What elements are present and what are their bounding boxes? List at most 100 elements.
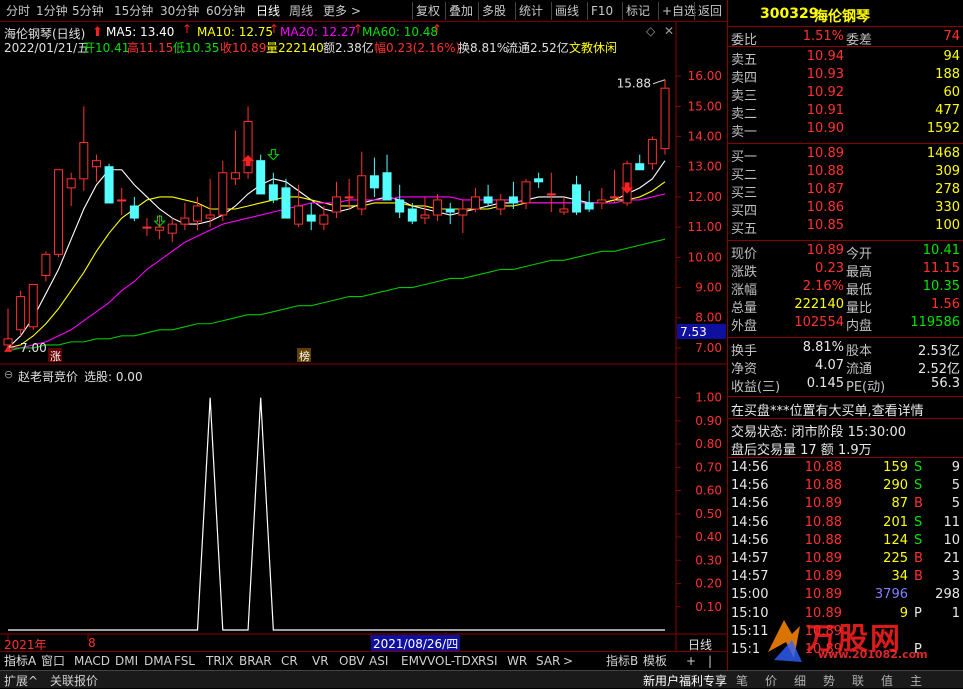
candle-body-up: [609, 196, 619, 199]
tick-price: 10.89: [804, 569, 842, 585]
tab-8[interactable]: VR: [312, 654, 329, 669]
ask-volume: 94: [943, 49, 960, 64]
ask-volume: 477: [935, 103, 960, 118]
zhang-marker: 涨: [50, 350, 61, 363]
candle-body-up: [496, 199, 506, 210]
tick-count: 5: [951, 496, 960, 512]
ask-volume: 1592: [926, 121, 960, 136]
status-icon-3[interactable]: 势: [823, 672, 835, 689]
candle: [104, 163, 114, 204]
tab-6[interactable]: BRAR: [239, 654, 272, 669]
related-quote-button[interactable]: 关联报价: [50, 672, 98, 689]
candle: [647, 136, 657, 170]
candle-body-up: [546, 193, 556, 196]
tick-price: 10.89: [804, 587, 842, 603]
candle: [294, 184, 304, 228]
tab-11[interactable]: EMV: [401, 654, 427, 669]
tab-right-2[interactable]: +: [686, 654, 696, 669]
candle: [470, 187, 480, 213]
candle: [54, 169, 64, 258]
candle: [66, 172, 76, 206]
candle: [609, 169, 619, 203]
tab-right-1[interactable]: 模板: [643, 654, 667, 669]
indicator-value: 选股: 0.00: [84, 370, 143, 384]
candle: [91, 154, 101, 182]
bang-marker: 榜: [299, 349, 310, 363]
candle-body-up: [79, 142, 89, 180]
bid-label: 买四: [731, 204, 758, 219]
status-icon-4[interactable]: 联: [852, 672, 864, 689]
stat-label: 涨幅: [731, 283, 758, 298]
candle: [344, 178, 354, 209]
indicator-y-tick-label: 0.60: [695, 484, 722, 498]
candle: [332, 181, 341, 219]
tab-right-0[interactable]: 指标B: [606, 654, 638, 669]
stat2-value: 4.07: [815, 358, 844, 373]
candle: [16, 290, 26, 336]
candle-body-down: [584, 202, 594, 210]
min-price-label: 7.00: [20, 341, 47, 355]
tab-7[interactable]: CR: [281, 654, 298, 669]
bid-volume: 100: [935, 218, 960, 233]
candle-body-down: [445, 208, 455, 213]
y-tick-label: 10.00: [688, 250, 722, 264]
tab-13[interactable]: RSI: [478, 654, 498, 669]
candle-body-up: [357, 175, 367, 210]
tick-volume: 225: [883, 551, 908, 566]
tab-12[interactable]: VOL-TDX: [427, 654, 479, 669]
bid-price: 10.87: [806, 182, 844, 197]
tick-time: 15:00: [731, 587, 769, 603]
status-icon-2[interactable]: 细: [794, 672, 806, 689]
new-user-link[interactable]: 新用户福利专享: [643, 672, 727, 689]
tab-9[interactable]: OBV: [339, 654, 365, 669]
candle: [572, 175, 582, 216]
candle: [230, 130, 240, 185]
expand-button[interactable]: 扩展^: [4, 672, 38, 689]
candle: [546, 172, 556, 213]
candle-body-down: [635, 163, 645, 171]
status-icon-6[interactable]: 主: [910, 672, 922, 689]
ask-price: 10.91: [806, 103, 844, 118]
candle: [28, 284, 38, 330]
candle-body-down: [369, 175, 379, 189]
tab-1[interactable]: MACD: [74, 654, 110, 669]
candle-body-up: [155, 226, 165, 231]
quote-panel: 300329 海伦钢琴 委比 1.51% 委差 74 卖五 10.94 94 卖四 10.93 188…: [727, 0, 963, 670]
bid-price: 10.86: [806, 200, 844, 215]
status-icon-1[interactable]: 价: [765, 672, 777, 689]
candle: [420, 196, 430, 225]
tab-0[interactable]: 窗口: [41, 654, 65, 669]
tab-15[interactable]: SAR: [536, 654, 560, 669]
sell-arrow-icon: [267, 149, 280, 161]
y-tick-label: 12.00: [688, 190, 722, 204]
big-order-notice[interactable]: 在买盘***位置有大买单,查看详情: [731, 400, 924, 419]
status-icon-5[interactable]: 值: [881, 672, 893, 689]
tab-3[interactable]: DMA: [144, 654, 172, 669]
candle-body-up: [660, 87, 670, 150]
tab-14[interactable]: WR: [507, 654, 527, 669]
stat-label: 现价: [731, 247, 758, 262]
tab-right-3[interactable]: |: [708, 654, 712, 669]
candle-body-down: [306, 214, 316, 222]
candle-body-up: [16, 296, 26, 331]
candle: [483, 184, 493, 206]
divider: [728, 240, 963, 241]
tab-16[interactable]: >: [563, 654, 573, 669]
tab-indicator-a[interactable]: 指标A: [4, 654, 36, 669]
indicator-y-tick-label: 0.80: [695, 437, 722, 451]
tab-5[interactable]: TRIX: [206, 654, 233, 669]
tick-volume: 290: [883, 478, 908, 494]
tab-4[interactable]: FSL: [174, 654, 195, 669]
candle: [458, 199, 468, 234]
ask-label: 卖二: [731, 107, 758, 122]
tab-10[interactable]: ASI: [369, 654, 388, 669]
tab-2[interactable]: DMI: [115, 654, 138, 669]
candle: [218, 160, 228, 222]
status-icon-0[interactable]: 笔: [736, 672, 748, 689]
candle-body-down: [104, 166, 114, 204]
stat-value: 102554: [794, 315, 844, 330]
stat-label: 量比: [846, 301, 873, 316]
tick-time: 14:56: [731, 532, 769, 548]
price-chart[interactable]: 16.00 15.00 14.00 13.00 12.00 11.00 10.00 9.00 8…: [0, 0, 727, 651]
indicator-toggle-icon[interactable]: ⊖: [4, 368, 13, 381]
